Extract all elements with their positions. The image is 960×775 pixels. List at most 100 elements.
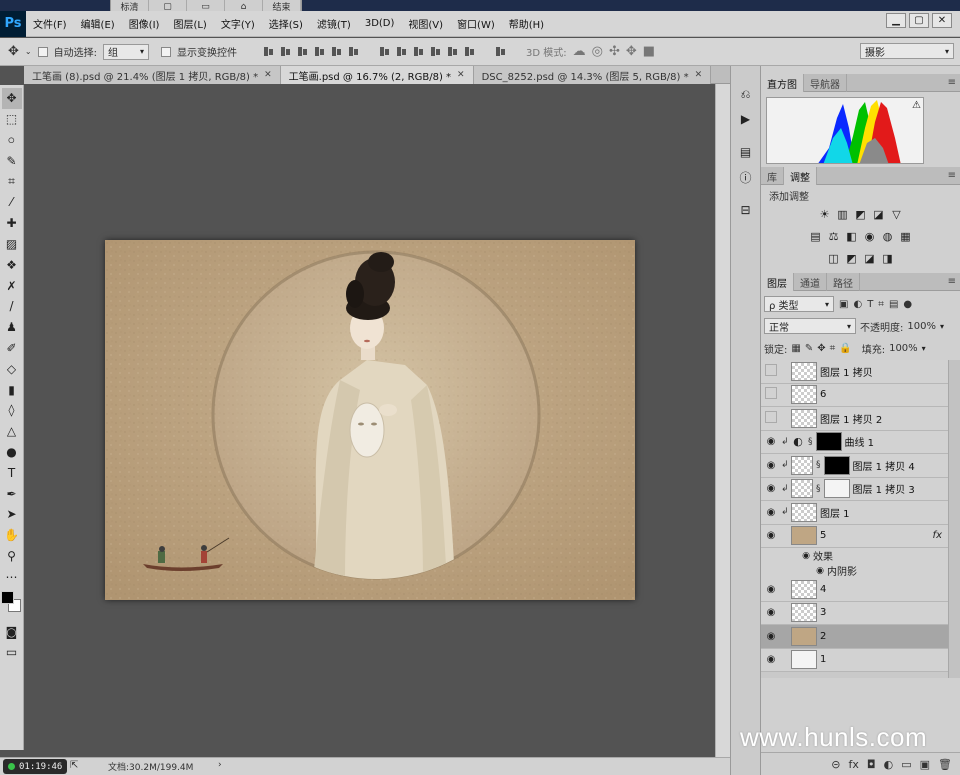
layer-mask-thumbnail[interactable] <box>823 455 850 475</box>
link-icon[interactable]: § <box>816 460 821 470</box>
layer-row[interactable]: ◉ ↲ § 图层 1 拷贝 3 <box>761 477 948 501</box>
menu-window[interactable]: 窗口(W) <box>450 16 502 31</box>
quick-mask-icon[interactable]: ◙ <box>2 621 22 642</box>
filter-toggle-icon[interactable]: ● <box>903 299 912 310</box>
more-tools-icon[interactable]: ⋯ <box>2 566 22 587</box>
levels-icon[interactable]: ▥ <box>836 207 850 221</box>
layer-row[interactable]: ◉ ↲ ◐ § 曲线 1 <box>761 430 948 454</box>
layer-filter-dropdown[interactable]: ρ 类型 ▾ <box>764 296 834 312</box>
crop-tool-icon[interactable]: ⌗ <box>2 171 22 192</box>
blend-mode-dropdown[interactable]: 正常 ▾ <box>764 318 856 334</box>
lasso-tool-icon[interactable]: ဝ <box>2 130 22 151</box>
visibility-toggle[interactable] <box>761 387 781 402</box>
distribute-hcenter-icon[interactable] <box>447 46 458 57</box>
layer-row[interactable]: ◉ 4 <box>761 578 948 602</box>
filter-pixel-icon[interactable]: ▣ <box>839 299 848 310</box>
status-menu-arrow[interactable]: › <box>218 760 222 770</box>
pen-tool-icon[interactable]: ✒ <box>2 483 22 504</box>
trash-icon[interactable]: 🗑 <box>938 758 952 771</box>
align-top-icon[interactable] <box>263 46 274 57</box>
color-swatches[interactable] <box>0 591 23 615</box>
minimize-button[interactable]: ▁ <box>886 13 906 28</box>
3d-slide-icon[interactable]: ✥ <box>626 44 637 59</box>
link-icon[interactable]: § <box>808 437 813 447</box>
close-window-button[interactable]: ✕ <box>932 13 952 28</box>
filter-shape-icon[interactable]: ⌗ <box>878 299 884 310</box>
eraser-tool-icon[interactable]: ◇ <box>2 358 22 379</box>
clone-stamp-tool-icon[interactable]: ♟ <box>2 317 22 338</box>
vibrance-icon[interactable]: ▽ <box>890 207 904 221</box>
screen-mode-icon[interactable]: ▭ <box>2 642 22 663</box>
tab-libraries[interactable]: 库 <box>761 167 784 185</box>
menu-3d[interactable]: 3D(D) <box>358 18 402 29</box>
marquee-tool-icon[interactable]: ⬚ <box>2 109 22 130</box>
actions-play-icon[interactable]: ▶ <box>734 109 758 129</box>
invert-icon[interactable]: ◫ <box>827 251 841 265</box>
menu-help[interactable]: 帮助(H) <box>502 16 551 31</box>
eye-icon[interactable]: ◉ <box>799 551 813 561</box>
menu-layer[interactable]: 图层(L) <box>166 16 213 31</box>
eye-icon[interactable]: ◉ <box>761 530 781 541</box>
brightness-icon[interactable]: ☀ <box>818 207 832 221</box>
healing-brush-tool-icon[interactable]: ✚ <box>2 213 22 234</box>
move-tool-preset-icon[interactable]: ✥ <box>8 44 19 59</box>
layer-row[interactable]: 6 <box>761 383 948 407</box>
lock-all-icon[interactable]: 🔒 <box>839 343 851 354</box>
clone-source-icon[interactable]: ⊟ <box>734 200 758 220</box>
menu-image[interactable]: 图像(I) <box>122 16 167 31</box>
new-adjustment-icon[interactable]: ◐ <box>884 758 894 771</box>
eye-icon[interactable]: ◉ <box>761 460 781 471</box>
opacity-value[interactable]: 100% <box>907 321 936 332</box>
tab-document-2[interactable]: 工笔画.psd @ 16.7% (2, RGB/8) * ✕ <box>280 66 474 84</box>
history-panel-icon[interactable]: ⎌ <box>734 84 758 104</box>
eyedropper-tool-icon[interactable]: ⁄ <box>2 192 22 213</box>
tab-document-1[interactable]: 工笔画 (8).psd @ 21.4% (图层 1 拷贝, RGB/8) * ✕ <box>24 66 281 84</box>
add-style-icon[interactable]: fx <box>849 758 859 771</box>
selective-color-icon[interactable]: ◨ <box>881 251 895 265</box>
layer-mask-thumbnail[interactable] <box>823 479 850 499</box>
eye-icon[interactable]: ◉ <box>761 631 781 642</box>
lock-image-icon[interactable]: ✎ <box>805 343 813 354</box>
eye-icon[interactable]: ◉ <box>761 436 781 447</box>
distribute-top-icon[interactable] <box>379 46 390 57</box>
3d-pan-icon[interactable]: ✣ <box>609 44 620 59</box>
close-icon[interactable]: ✕ <box>695 70 703 80</box>
panel-menu-icon[interactable]: ≡ <box>948 77 956 88</box>
auto-align-icon[interactable] <box>495 46 506 57</box>
eraser-patch-tool-icon[interactable]: ▨ <box>2 234 22 255</box>
lock-transparent-icon[interactable]: ▦ <box>791 343 800 354</box>
tab-histogram[interactable]: 直方图 <box>761 74 804 92</box>
layer-row[interactable]: ◉ 1 <box>761 648 948 672</box>
path-select-tool-icon[interactable]: ➤ <box>2 504 22 525</box>
menu-view[interactable]: 视图(V) <box>401 16 450 31</box>
lock-position-icon[interactable]: ✥ <box>817 343 825 354</box>
threshold-icon[interactable]: ◪ <box>863 251 877 265</box>
sharpen-tool-icon[interactable]: △ <box>2 421 22 442</box>
link-layers-icon[interactable]: ⊝ <box>831 758 840 771</box>
type-tool-icon[interactable]: T <box>2 462 22 483</box>
close-icon[interactable]: ✕ <box>264 70 272 80</box>
tab-paths[interactable]: 路径 <box>827 273 860 291</box>
tab-adjustments[interactable]: 调整 <box>784 167 817 185</box>
menu-type[interactable]: 文字(Y) <box>214 16 262 31</box>
3d-scale-icon[interactable]: ■ <box>643 44 655 59</box>
distribute-vcenter-icon[interactable] <box>396 46 407 57</box>
properties-panel-icon[interactable]: ▤ <box>734 142 758 162</box>
show-transform-checkbox[interactable] <box>160 46 171 57</box>
document-canvas[interactable] <box>105 240 635 600</box>
eye-icon[interactable]: ◉ <box>761 607 781 618</box>
align-right-icon[interactable] <box>348 46 359 57</box>
layer-row[interactable]: ◉ ↲ § 图层 1 拷贝 4 <box>761 454 948 478</box>
filter-type-icon[interactable]: T <box>867 299 873 310</box>
hand-tool-icon[interactable]: ✋ <box>2 525 22 546</box>
align-bottom-icon[interactable] <box>297 46 308 57</box>
gradient-tool-icon[interactable]: ▮ <box>2 379 22 400</box>
align-hcenter-icon[interactable] <box>331 46 342 57</box>
brush-tool-icon[interactable]: / <box>2 296 22 317</box>
history-brush-tool-icon[interactable]: ✗ <box>2 275 22 296</box>
hue-saturation-icon[interactable]: ▤ <box>809 229 823 243</box>
exposure-icon[interactable]: ◪ <box>872 207 886 221</box>
chevron-down-icon[interactable]: ▾ <box>940 322 944 331</box>
visibility-toggle[interactable] <box>761 364 781 379</box>
workspace-dropdown[interactable]: 摄影 ▾ <box>860 43 954 59</box>
